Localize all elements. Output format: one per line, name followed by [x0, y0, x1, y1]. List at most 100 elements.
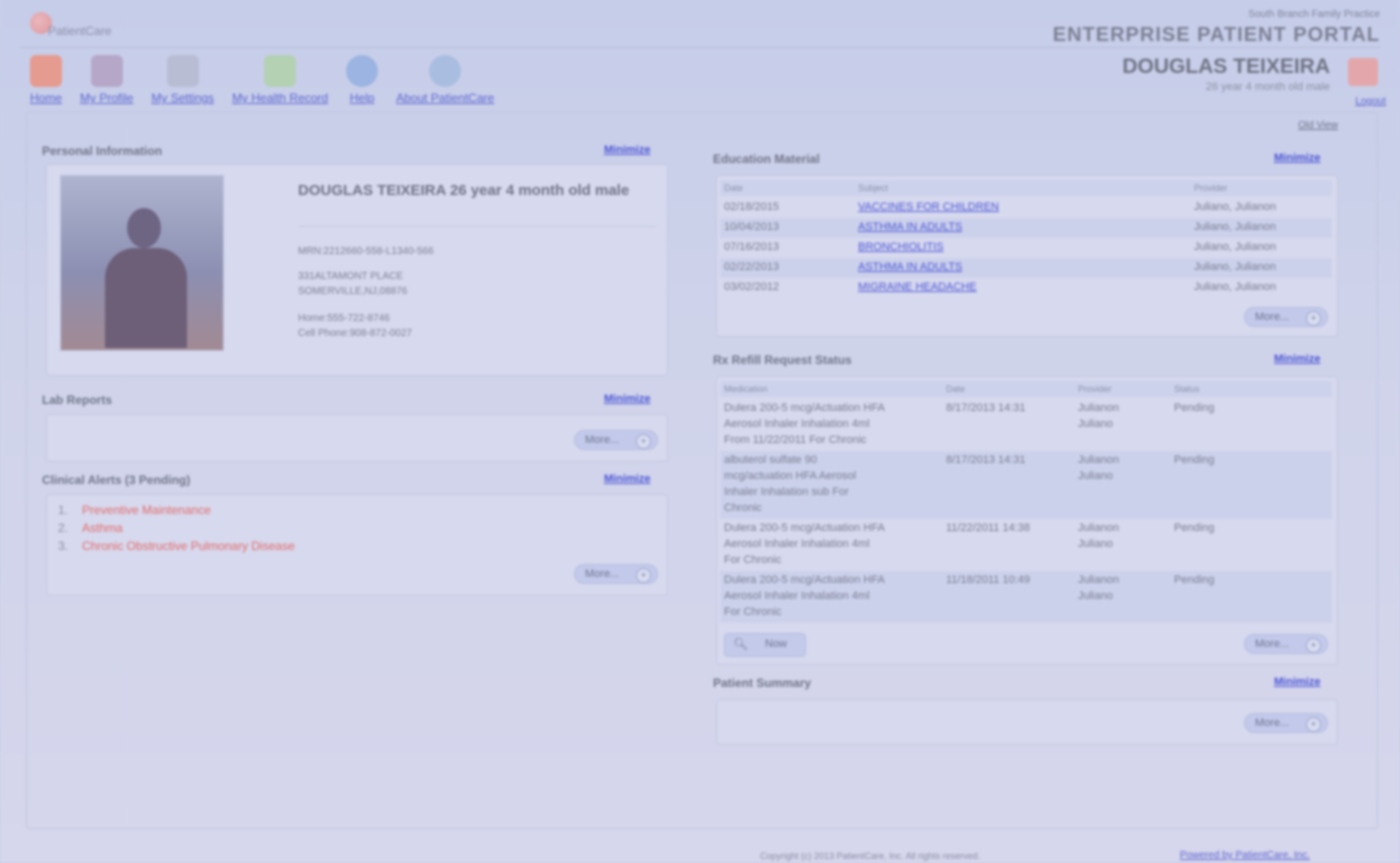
- refill-med-line: mcg/actuation HFA Aerosol: [724, 470, 857, 482]
- refill-date: 11/18/2011 10:49: [946, 574, 1031, 586]
- edu-subject-link[interactable]: ASTHMA IN ADULTS: [858, 261, 962, 273]
- col-provider: Provider: [1078, 384, 1112, 394]
- now-button[interactable]: 🔍︎ Now: [724, 633, 806, 657]
- alert-item[interactable]: 1. Preventive Maintenance: [58, 503, 211, 517]
- pi-divider: [298, 226, 656, 227]
- practice-name: South Branch Family Practice: [1248, 9, 1380, 20]
- logo-text: PatientCare: [48, 24, 112, 38]
- education-more-button[interactable]: More... +: [1244, 307, 1328, 327]
- refill-med-line: Aerosol Inhaler Inhalation 4ml: [724, 418, 870, 430]
- edu-subject-link[interactable]: VACCINES FOR CHILDREN: [858, 201, 999, 213]
- clinical-alerts-more-label: More...: [585, 568, 620, 580]
- edu-provider: Juliano, Julianon: [1194, 201, 1276, 213]
- refill-status: Pending: [1174, 574, 1215, 586]
- home-icon: [30, 55, 62, 87]
- edu-subject-link[interactable]: ASTHMA IN ADULTS: [858, 221, 962, 233]
- profile-icon: [90, 55, 123, 87]
- logout-link[interactable]: Logout: [1355, 96, 1386, 107]
- refill-status: Pending: [1174, 522, 1215, 534]
- settings-icon: [166, 55, 199, 87]
- refill-med-line: Inhaler Inhalation sub For: [724, 486, 849, 498]
- edu-date: 07/16/2013: [724, 241, 780, 253]
- lab-reports-title: Lab Reports: [42, 393, 113, 407]
- clinical-alerts-more-button[interactable]: More... +: [574, 564, 658, 584]
- health-record-icon: [264, 55, 297, 87]
- table-row: 02/22/2013 ASTHMA IN ADULTS Juliano, Jul…: [720, 258, 1332, 278]
- pi-address-line1: 331ALTAMONT PLACE: [298, 271, 404, 282]
- nav-about[interactable]: About PatientCare: [396, 55, 494, 105]
- nav-my-profile[interactable]: My Profile: [80, 55, 133, 105]
- patient-summary-minimize[interactable]: Minimize: [1274, 676, 1320, 688]
- powered-by-link[interactable]: Powered by PatientCare, Inc.: [1180, 850, 1310, 861]
- pi-cell-phone: Cell Phone:908-872-0027: [298, 328, 412, 339]
- old-view-link[interactable]: Old View: [1298, 120, 1338, 131]
- refill-provider: Juliano: [1078, 538, 1113, 550]
- main-nav: Home My Profile My Settings My Health Re…: [30, 55, 512, 105]
- refill-med-line: Chronic: [724, 502, 762, 514]
- table-row: Dulera 200-5 mcg/Actuation HFA Aerosol I…: [720, 519, 1332, 571]
- edu-provider: Juliano, Julianon: [1194, 221, 1276, 233]
- refill-more-label: More...: [1255, 638, 1290, 650]
- alert-text[interactable]: Asthma: [82, 521, 123, 535]
- portal-title: ENTERPRISE PATIENT PORTAL: [1052, 24, 1380, 46]
- nav-my-settings-label[interactable]: My Settings: [151, 91, 214, 105]
- personal-info-title: Personal Information: [42, 144, 163, 158]
- plus-icon: +: [1306, 717, 1321, 732]
- header-patient-name: DOUGLAS TEIXEIRA: [1122, 55, 1330, 78]
- education-table-header: Date Subject Provider: [720, 180, 1332, 196]
- nav-home-label[interactable]: Home: [30, 91, 62, 105]
- search-icon: 🔍︎: [733, 637, 749, 651]
- pi-patient-name: DOUGLAS TEIXEIRA 26 year 4 month old mal…: [298, 182, 630, 199]
- refill-provider: Julianon: [1078, 522, 1119, 534]
- nav-about-label[interactable]: About PatientCare: [396, 91, 494, 105]
- edu-subject-link[interactable]: MIGRAINE HEADACHE: [858, 281, 977, 293]
- personal-info-minimize[interactable]: Minimize: [604, 144, 650, 156]
- clinical-alerts-minimize[interactable]: Minimize: [604, 473, 650, 485]
- edu-subject-link[interactable]: BRONCHIOLITIS: [858, 241, 944, 253]
- lab-reports-more-label: More...: [585, 434, 620, 446]
- patient-summary-more-label: More...: [1255, 717, 1290, 729]
- refill-more-button[interactable]: More... +: [1244, 634, 1328, 654]
- now-button-label: Now: [765, 638, 788, 650]
- alert-text[interactable]: Chronic Obstructive Pulmonary Disease: [82, 539, 295, 553]
- alert-text[interactable]: Preventive Maintenance: [82, 503, 211, 517]
- nav-help[interactable]: Help: [346, 55, 379, 105]
- nav-my-health-record[interactable]: My Health Record: [232, 55, 328, 105]
- refill-table-header: Medication Date Provider Status: [720, 381, 1332, 397]
- plus-icon: +: [636, 568, 651, 583]
- refill-med-line: For Chronic: [724, 554, 782, 566]
- refill-date: 11/22/2011 14:38: [946, 522, 1031, 534]
- header-patient-age: 26 year 4 month old male: [1205, 81, 1330, 93]
- plus-icon: +: [1306, 638, 1321, 653]
- table-row: 03/02/2012 MIGRAINE HEADACHE Juliano, Ju…: [720, 278, 1332, 298]
- education-minimize[interactable]: Minimize: [1274, 152, 1320, 164]
- edu-provider: Juliano, Julianon: [1194, 261, 1276, 273]
- lab-reports-more-button[interactable]: More... +: [574, 430, 658, 450]
- refill-minimize[interactable]: Minimize: [1274, 353, 1320, 365]
- portal-page: PatientCare South Branch Family Practice…: [0, 0, 1400, 863]
- table-row: albuterol sulfate 90 mcg/actuation HFA A…: [720, 451, 1332, 519]
- refill-provider: Julianon: [1078, 454, 1119, 466]
- patient-summary-more-button[interactable]: More... +: [1244, 713, 1328, 733]
- education-title: Education Material: [713, 152, 820, 166]
- lab-reports-minimize[interactable]: Minimize: [604, 393, 650, 405]
- refill-med-line: From 11/22/2011 For Chronic: [724, 434, 867, 446]
- nav-my-profile-label[interactable]: My Profile: [80, 91, 133, 105]
- nav-home[interactable]: Home: [30, 55, 62, 105]
- alert-item[interactable]: 2. Asthma: [58, 521, 123, 535]
- portal-logo[interactable]: PatientCare: [30, 10, 130, 44]
- refill-status: Pending: [1174, 402, 1215, 414]
- col-date: Date: [946, 384, 966, 394]
- edu-date: 03/02/2012: [724, 281, 780, 293]
- table-row: 02/18/2015 VACCINES FOR CHILDREN Juliano…: [720, 198, 1332, 218]
- nav-my-health-record-label[interactable]: My Health Record: [232, 91, 328, 105]
- nav-help-label[interactable]: Help: [350, 91, 375, 105]
- edu-date: 02/18/2015: [724, 201, 780, 213]
- edu-provider: Juliano, Julianon: [1194, 281, 1276, 293]
- col-medication: Medication: [724, 384, 768, 394]
- nav-my-settings[interactable]: My Settings: [151, 55, 214, 105]
- patient-photo: [60, 175, 224, 351]
- col-date: Date: [724, 183, 744, 193]
- logout-icon[interactable]: [1348, 58, 1378, 86]
- alert-item[interactable]: 3. Chronic Obstructive Pulmonary Disease: [58, 539, 295, 553]
